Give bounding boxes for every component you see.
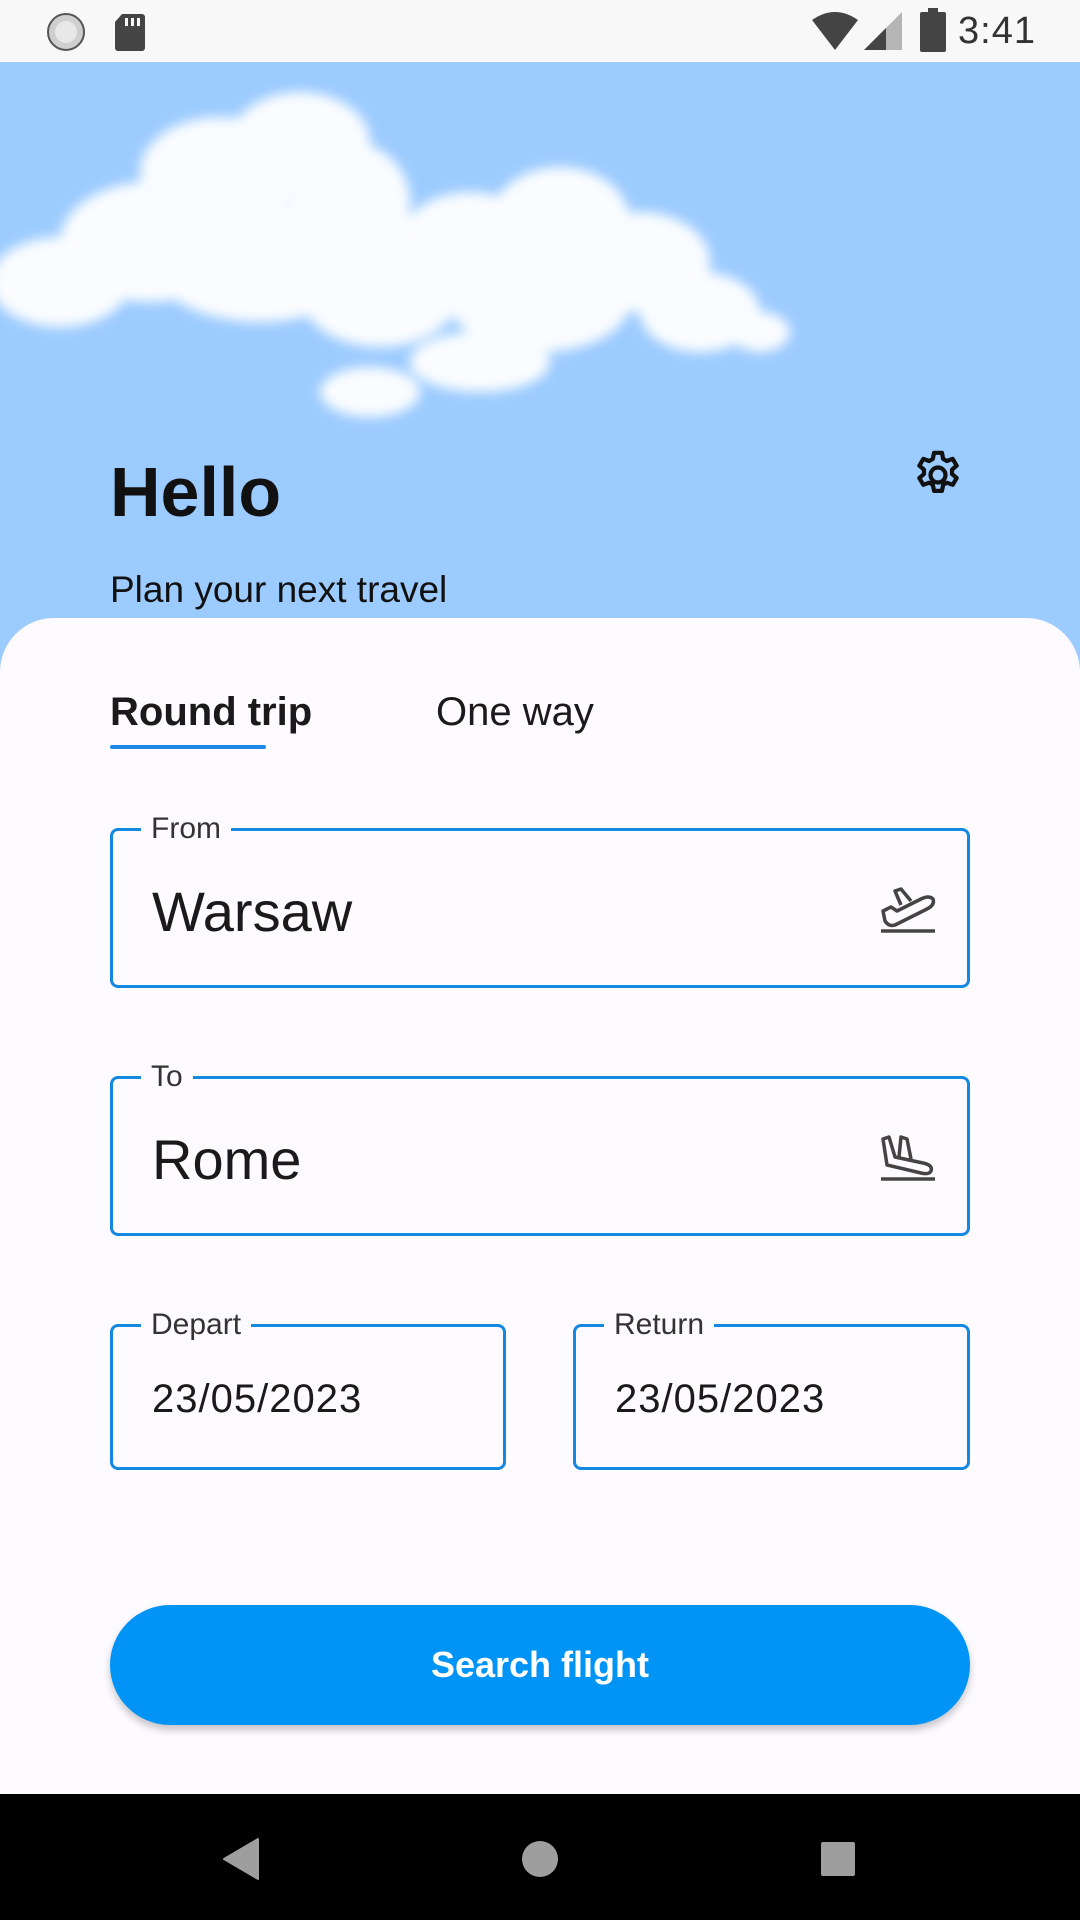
back-icon[interactable] [214, 1831, 270, 1887]
battery-icon [920, 8, 946, 52]
gear-icon [917, 450, 959, 493]
to-value: Rome [152, 1128, 302, 1191]
header-banner: Hello Plan your next travel [0, 62, 1080, 682]
sd-card-icon [115, 14, 145, 51]
from-field[interactable]: From Warsaw [110, 811, 970, 988]
settings-button[interactable] [905, 442, 971, 508]
status-bar: 3:41 [0, 0, 1080, 62]
to-field[interactable]: To Rome [110, 1059, 970, 1236]
recents-icon[interactable] [810, 1831, 866, 1887]
search-flight-button[interactable]: Search flight [110, 1605, 970, 1725]
home-icon[interactable] [512, 1831, 568, 1887]
from-value: Warsaw [152, 880, 353, 943]
airplane-landing-icon [881, 1135, 935, 1181]
return-label: Return [604, 1307, 715, 1343]
navigation-bar [0, 1794, 1080, 1920]
from-label: From [141, 811, 231, 847]
depart-date-field[interactable]: Depart 23/05/2023 [110, 1307, 506, 1470]
signal-icon [864, 12, 902, 50]
depart-label: Depart [141, 1307, 252, 1343]
cloud-illustration [0, 92, 790, 417]
tab-indicator [110, 745, 266, 749]
return-date-field[interactable]: Return 23/05/2023 [573, 1307, 970, 1470]
loading-icon [47, 13, 85, 51]
page-title: Hello [110, 453, 282, 531]
tab-round-trip[interactable]: Round trip [110, 690, 312, 735]
return-value: 23/05/2023 [615, 1377, 826, 1421]
depart-value: 23/05/2023 [152, 1377, 363, 1421]
to-label: To [141, 1059, 193, 1095]
wifi-icon [812, 12, 858, 50]
page-subtitle: Plan your next travel [110, 569, 448, 610]
clock: 3:41 [958, 10, 1036, 52]
airplane-takeoff-icon [881, 887, 936, 933]
tab-one-way[interactable]: One way [436, 690, 594, 735]
